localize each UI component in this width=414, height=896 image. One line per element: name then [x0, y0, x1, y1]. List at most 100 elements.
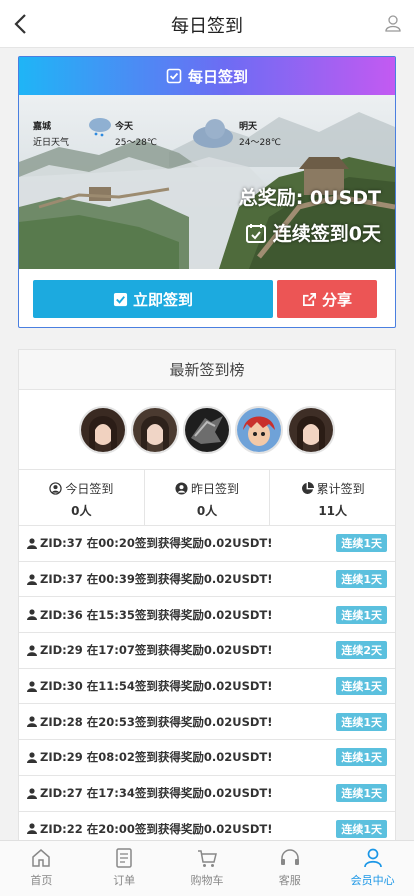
bottom-tab-bar: 首页 订单 购物车 客服 会员中心 — [0, 840, 414, 896]
tab-member-center[interactable]: 会员中心 — [331, 841, 414, 896]
weather-today-label: 今天 — [115, 122, 134, 132]
streak-badge: 连续1天 — [336, 784, 387, 803]
avatar[interactable] — [287, 405, 335, 454]
member-icon — [363, 848, 382, 868]
checkin-heading: 每日签到 — [187, 67, 248, 86]
tab-home[interactable]: 首页 — [0, 841, 83, 896]
stat-total: 累计签到 11人 — [270, 470, 395, 525]
list-item: ZID:27 在17:34签到获得奖励0.02USDT! 连续1天 — [19, 776, 395, 812]
checkin-card: 每日签到 嘉城 近日天气 今天 25～28℃ 明天 24～28℃ 总奖励: 0U… — [18, 56, 396, 328]
user-circle-icon — [49, 482, 63, 495]
user-icon — [27, 752, 37, 763]
weather-today: 今天 25～28℃ — [115, 119, 157, 151]
user-icon — [27, 680, 37, 692]
record-text: ZID:37 在00:20签到获得奖励0.02USDT! — [40, 536, 273, 551]
record-text: ZID:36 在15:35签到获得奖励0.02USDT! — [40, 607, 273, 622]
record-text: ZID:37 在00:39签到获得奖励0.02USDT! — [40, 572, 273, 587]
stat-label: 今日签到 — [65, 482, 114, 496]
list-item: ZID:29 在17:07签到获得奖励0.02USDT! 连续2天 — [19, 633, 395, 669]
user-circle-icon — [175, 482, 188, 495]
streak-line: 连续签到0天 — [245, 219, 381, 246]
ranking-title: 最新签到榜 — [19, 350, 395, 390]
tab-cart[interactable]: 购物车 — [166, 841, 249, 896]
list-item: ZID:30 在11:54签到获得奖励0.02USDT! 连续1天 — [19, 669, 395, 705]
checkin-banner: 每日签到 嘉城 近日天气 今天 25～28℃ 明天 24～28℃ 总奖励: 0U… — [19, 57, 395, 269]
list-item: ZID:37 在00:39签到获得奖励0.02USDT! 连续1天 — [19, 562, 395, 598]
user-icon — [27, 538, 37, 549]
streak-badge: 连续1天 — [336, 819, 387, 838]
cloud-rain-icon — [89, 118, 111, 137]
stat-yesterday: 昨日签到 0人 — [145, 470, 271, 525]
record-text: ZID:27 在17:34签到获得奖励0.02USDT! — [40, 786, 273, 801]
sign-in-label: 立即签到 — [132, 290, 193, 309]
list-item: ZID:37 在00:20签到获得奖励0.02USDT! 连续1天 — [19, 526, 395, 562]
list-item: ZID:29 在08:02签到获得奖励0.02USDT! 连续1天 — [19, 740, 395, 776]
stats-row: 今日签到 0人 昨日签到 0人 累计签到 11人 — [19, 470, 395, 526]
streak-text: 连续签到0天 — [272, 223, 381, 245]
cart-icon — [197, 850, 217, 867]
external-link-icon — [303, 292, 316, 306]
record-text: ZID:29 在08:02签到获得奖励0.02USDT! — [40, 750, 273, 765]
stat-value: 0人 — [71, 504, 92, 518]
weather-tomorrow-label: 明天 — [239, 122, 258, 132]
tab-label: 购物车 — [190, 874, 224, 887]
stat-today: 今日签到 0人 — [19, 470, 145, 525]
tab-orders[interactable]: 订单 — [83, 841, 166, 896]
page-title: 每日签到 — [171, 16, 243, 37]
streak-badge: 连续1天 — [336, 712, 387, 731]
weather-city: 嘉城 — [33, 122, 52, 132]
stat-label: 累计签到 — [316, 482, 365, 496]
weather-today-temp: 25～28℃ — [115, 138, 158, 148]
order-icon — [116, 848, 132, 868]
tab-label: 会员中心 — [350, 874, 395, 887]
stat-label: 昨日签到 — [191, 482, 240, 496]
tab-label: 首页 — [30, 874, 53, 887]
cloud-icon — [193, 119, 233, 148]
streak-badge: 连续1天 — [336, 605, 387, 624]
checkin-header: 每日签到 — [19, 57, 395, 95]
avatar[interactable] — [235, 405, 283, 454]
weather-recent-label: 近日天气 — [33, 138, 70, 148]
avatar[interactable] — [79, 405, 127, 454]
streak-badge: 连续1天 — [336, 570, 387, 589]
user-icon[interactable] — [384, 14, 402, 32]
stat-value: 0人 — [196, 504, 218, 518]
share-button[interactable]: 分享 — [277, 280, 377, 318]
list-item: ZID:36 在15:35签到获得奖励0.02USDT! 连续1天 — [19, 597, 395, 634]
headset-icon — [280, 849, 299, 865]
user-icon — [27, 609, 37, 621]
weather-tomorrow: 明天 24～28℃ — [239, 119, 281, 151]
total-reward: 总奖励: 0USDT — [238, 187, 381, 209]
check-square-icon — [113, 292, 128, 306]
checkbox-icon — [166, 68, 182, 84]
stat-value: 11人 — [318, 504, 348, 518]
user-icon — [27, 788, 37, 799]
sign-in-button[interactable]: 立即签到 — [33, 280, 273, 318]
streak-badge: 连续2天 — [336, 641, 387, 660]
streak-badge: 连续1天 — [336, 677, 387, 696]
top-bar: 每日签到 — [0, 0, 414, 48]
home-icon — [32, 849, 51, 867]
avatar[interactable] — [131, 405, 179, 454]
tab-label: 订单 — [113, 874, 136, 887]
weather-city-block: 嘉城 近日天气 — [33, 119, 69, 151]
tab-label: 客服 — [278, 874, 301, 887]
weather-tomorrow-temp: 24～28℃ — [239, 138, 282, 148]
avatar[interactable] — [183, 405, 231, 454]
user-icon — [27, 573, 37, 585]
pie-chart-icon — [301, 482, 314, 494]
checkin-records: ZID:37 在00:20签到获得奖励0.02USDT! 连续1天 ZID:37 … — [19, 526, 395, 848]
list-item: ZID:28 在20:53签到获得奖励0.02USDT! 连续1天 — [19, 704, 395, 741]
record-text: ZID:22 在20:00签到获得奖励0.02USDT! — [40, 821, 273, 836]
share-label: 分享 — [321, 290, 352, 309]
user-icon — [27, 823, 37, 835]
streak-badge: 连续1天 — [336, 534, 387, 553]
record-text: ZID:28 在20:53签到获得奖励0.02USDT! — [40, 714, 273, 729]
tab-service[interactable]: 客服 — [248, 841, 331, 896]
avatar-row — [19, 390, 395, 470]
record-text: ZID:30 在11:54签到获得奖励0.02USDT! — [40, 679, 273, 694]
streak-badge: 连续1天 — [336, 748, 387, 767]
record-text: ZID:29 在17:07签到获得奖励0.02USDT! — [40, 643, 273, 658]
calendar-check-icon — [245, 223, 266, 243]
user-icon — [27, 645, 37, 656]
